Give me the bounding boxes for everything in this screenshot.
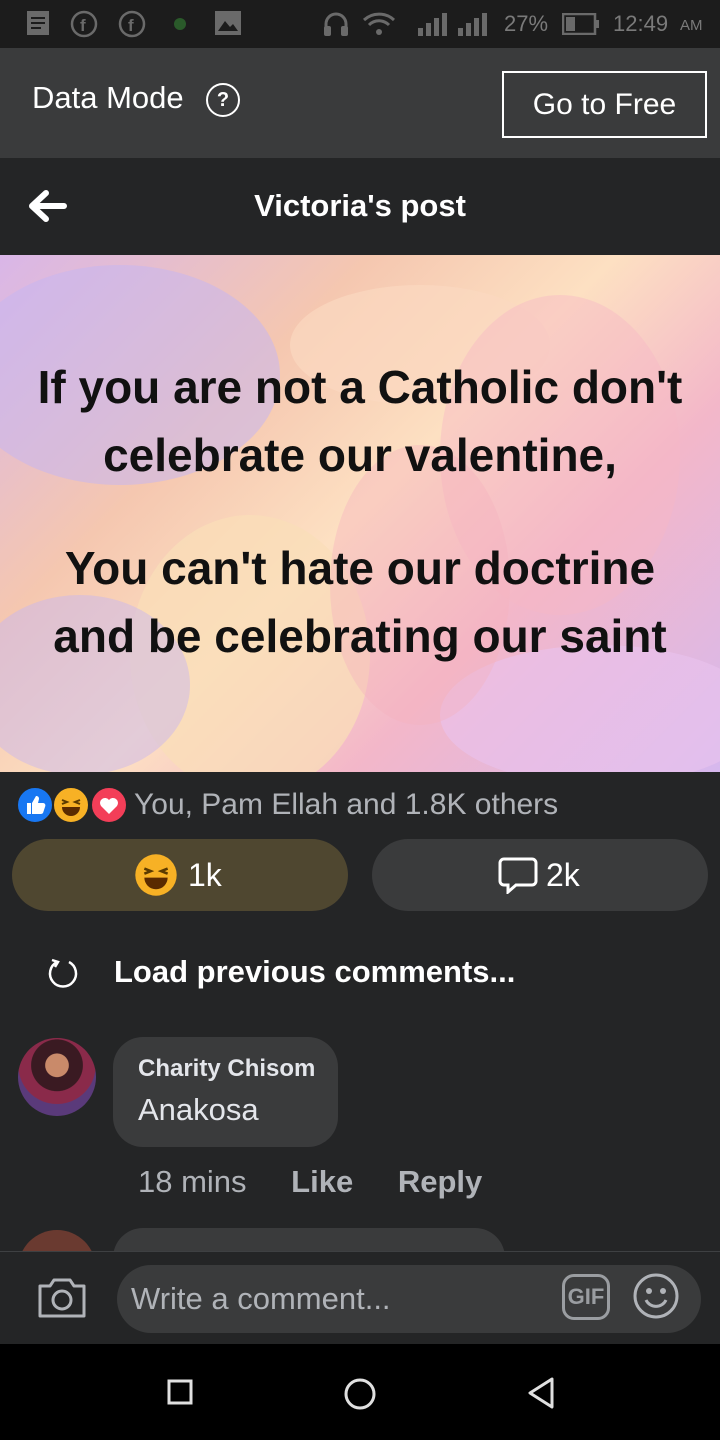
signal-icon xyxy=(418,13,447,36)
abstract-background xyxy=(0,265,720,772)
data-mode-label: Data Mode xyxy=(32,80,184,115)
reply-link[interactable]: Reply xyxy=(398,1164,482,1199)
comment-count: 2k xyxy=(546,857,580,893)
refresh-icon xyxy=(48,958,78,988)
camera-icon[interactable] xyxy=(36,1274,88,1320)
comment-author[interactable]: Charity Chisom xyxy=(138,1055,315,1083)
emoji-icon[interactable] xyxy=(632,1272,680,1320)
reactions-text: You, Pam Ellah and 1.8K others xyxy=(134,788,559,821)
post-text-line: celebrate our valentine, xyxy=(103,429,617,481)
avatar[interactable] xyxy=(18,1038,96,1116)
comment-input[interactable] xyxy=(117,1265,701,1333)
load-previous-comments[interactable]: Load previous comments... xyxy=(46,948,646,998)
page-title: Victoria's post xyxy=(254,188,466,223)
clock-ampm: AM xyxy=(680,17,703,34)
recents-icon[interactable] xyxy=(167,1379,193,1405)
wifi-icon xyxy=(362,12,396,35)
comment-time: 18 mins xyxy=(138,1164,247,1199)
comment-composer: GIF xyxy=(0,1251,720,1345)
battery-icon xyxy=(562,13,599,35)
go-to-free-button[interactable]: Go to Free xyxy=(502,71,707,138)
notes-icon xyxy=(27,11,49,35)
comment-meta: 18 mins Like Reply xyxy=(138,1164,518,1200)
back-icon[interactable] xyxy=(526,1377,556,1409)
android-icon xyxy=(174,18,186,30)
navigation-bar xyxy=(0,1344,720,1440)
gallery-icon xyxy=(215,11,241,35)
facebook-icon: f xyxy=(70,10,98,38)
gif-icon[interactable]: GIF xyxy=(562,1274,610,1320)
headphones-icon xyxy=(324,12,348,36)
post-header: Victoria's post xyxy=(0,158,720,255)
battery-percent: 27% xyxy=(504,11,549,36)
like-link[interactable]: Like xyxy=(291,1164,353,1199)
comment-bubble-icon xyxy=(498,857,538,894)
load-previous-label: Load previous comments... xyxy=(114,954,516,989)
svg-text:f: f xyxy=(128,16,134,35)
comment-button[interactable]: 2k xyxy=(372,839,708,911)
post-text-line: If you are not a Catholic don't xyxy=(37,361,683,413)
data-mode-bar: Data Mode ? Go to Free xyxy=(0,48,720,158)
comment-text: Anakosa xyxy=(138,1092,259,1127)
clock: 12:49 xyxy=(613,11,669,36)
signal-icon xyxy=(458,13,487,36)
home-icon[interactable] xyxy=(343,1377,377,1411)
haha-icon xyxy=(135,854,177,896)
haha-reaction-button[interactable]: 1k xyxy=(12,839,348,911)
svg-text:f: f xyxy=(80,16,86,35)
love-icon xyxy=(90,786,128,824)
status-bar: f f 27% 12:49 AM xyxy=(0,0,720,48)
help-icon[interactable]: ? xyxy=(206,83,240,117)
haha-icon xyxy=(52,786,90,824)
like-icon xyxy=(16,786,54,824)
facebook-icon: f xyxy=(118,10,146,38)
comment-bubble[interactable]: Charity Chisom Anakosa xyxy=(113,1037,338,1147)
post-text-line: You can't hate our doctrine xyxy=(64,542,656,594)
post-text-line: and be celebrating our saint xyxy=(53,610,667,662)
haha-count: 1k xyxy=(188,857,222,893)
post-image[interactable]: If you are not a Catholic don't celebrat… xyxy=(0,255,720,772)
